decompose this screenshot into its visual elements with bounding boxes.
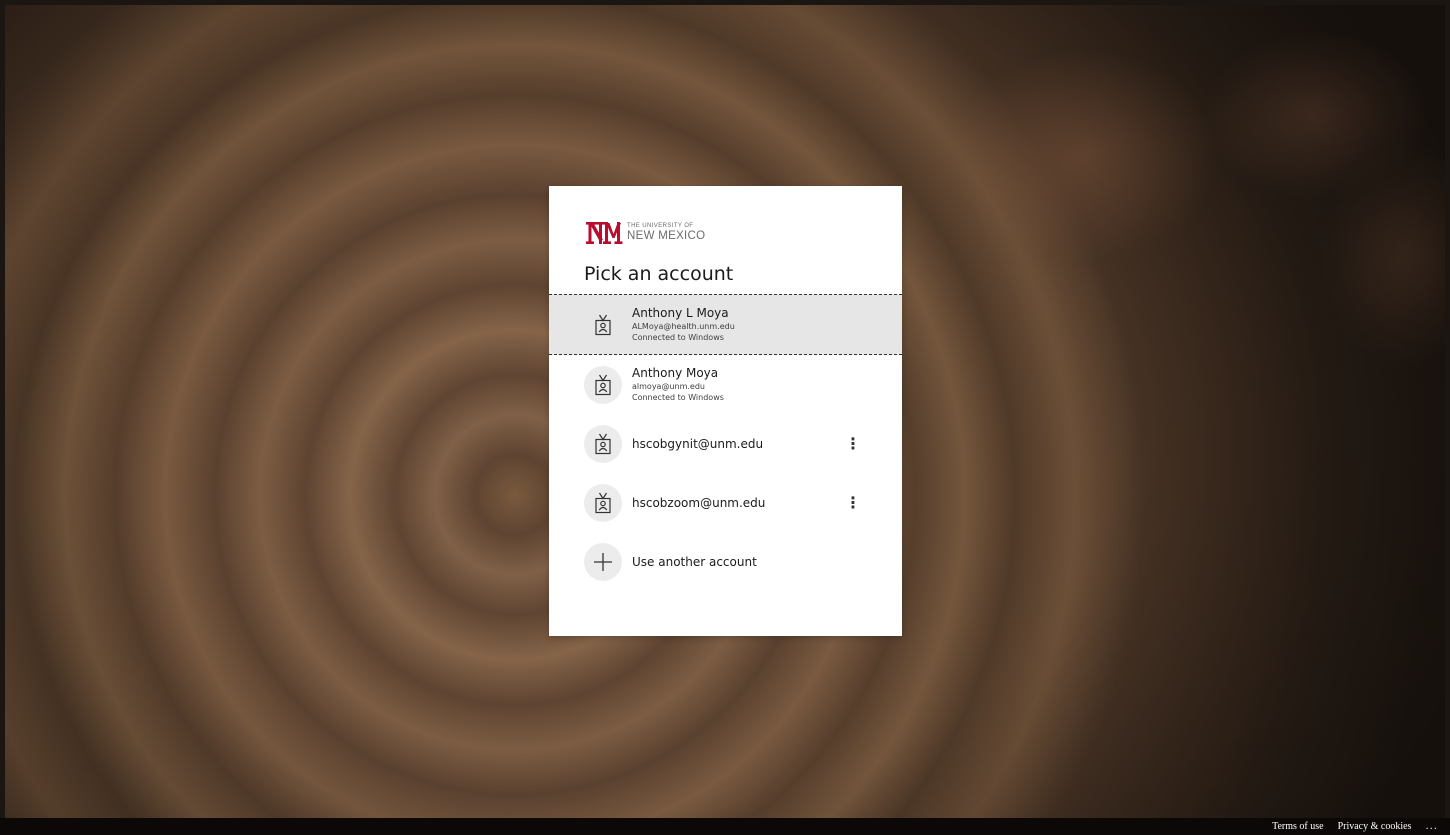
logo-big-text: NEW MEXICO xyxy=(627,230,706,243)
logo-small-text: THE UNIVERSITY OF xyxy=(627,223,694,230)
plus-avatar xyxy=(584,542,622,581)
account-item-hscobzoom[interactable]: hscobzoom@unm.edu ⋮ xyxy=(549,473,902,532)
badge-icon xyxy=(595,374,611,395)
account-list: Anthony L Moya ALMoya@health.unm.edu Con… xyxy=(549,294,902,591)
more-options-button[interactable]: ⋮ xyxy=(845,491,861,515)
account-info: hscobzoom@unm.edu xyxy=(632,496,765,510)
terms-of-use-link[interactable]: Terms of use xyxy=(1272,821,1324,832)
account-email: hscobgynit@unm.edu xyxy=(632,436,764,451)
account-info: Use another account xyxy=(632,555,757,569)
account-item-almoya[interactable]: Anthony Moya almoya@unm.edu Connected to… xyxy=(549,355,902,414)
footer-links: Terms of use Privacy & cookies ... xyxy=(1272,818,1438,835)
account-info: Anthony L Moya ALMoya@health.unm.edu Con… xyxy=(632,306,735,344)
page-title: Pick an account xyxy=(584,263,734,285)
account-name: Anthony L Moya xyxy=(632,305,729,320)
unm-logo-text: THE UNIVERSITY OF NEW MEXICO xyxy=(627,223,705,243)
account-email: almoya@unm.edu xyxy=(632,381,705,391)
account-avatar xyxy=(584,483,622,522)
account-avatar xyxy=(584,424,622,463)
badge-icon xyxy=(595,314,611,335)
footer-bar: Terms of use Privacy & cookies ... xyxy=(0,818,1450,835)
footer-more-button[interactable]: ... xyxy=(1425,821,1438,832)
page-frame: THE UNIVERSITY OF NEW MEXICO Pick an acc… xyxy=(0,0,1450,835)
account-name: Anthony Moya xyxy=(632,365,719,380)
account-status: Connected to Windows xyxy=(632,332,724,342)
unm-logo: THE UNIVERSITY OF NEW MEXICO xyxy=(585,220,705,246)
account-item-almoya-health[interactable]: Anthony L Moya ALMoya@health.unm.edu Con… xyxy=(549,294,902,355)
privacy-cookies-link[interactable]: Privacy & cookies xyxy=(1338,821,1412,832)
badge-icon xyxy=(595,433,611,454)
badge-icon xyxy=(595,492,611,513)
account-avatar xyxy=(584,365,622,404)
account-email: hscobzoom@unm.edu xyxy=(632,495,766,510)
account-picker-card: THE UNIVERSITY OF NEW MEXICO Pick an acc… xyxy=(549,186,902,636)
account-avatar xyxy=(584,306,622,344)
unm-logo-mark xyxy=(586,222,623,244)
use-another-label: Use another account xyxy=(632,554,757,569)
account-item-hscobgynit[interactable]: hscobgynit@unm.edu ⋮ xyxy=(549,414,902,473)
account-email: ALMoya@health.unm.edu xyxy=(632,321,735,331)
plus-icon xyxy=(594,552,612,571)
account-status: Connected to Windows xyxy=(632,392,724,402)
use-another-account-button[interactable]: Use another account xyxy=(549,532,902,591)
more-options-button[interactable]: ⋮ xyxy=(845,432,861,456)
account-info: Anthony Moya almoya@unm.edu Connected to… xyxy=(632,366,724,404)
account-info: hscobgynit@unm.edu xyxy=(632,437,763,451)
